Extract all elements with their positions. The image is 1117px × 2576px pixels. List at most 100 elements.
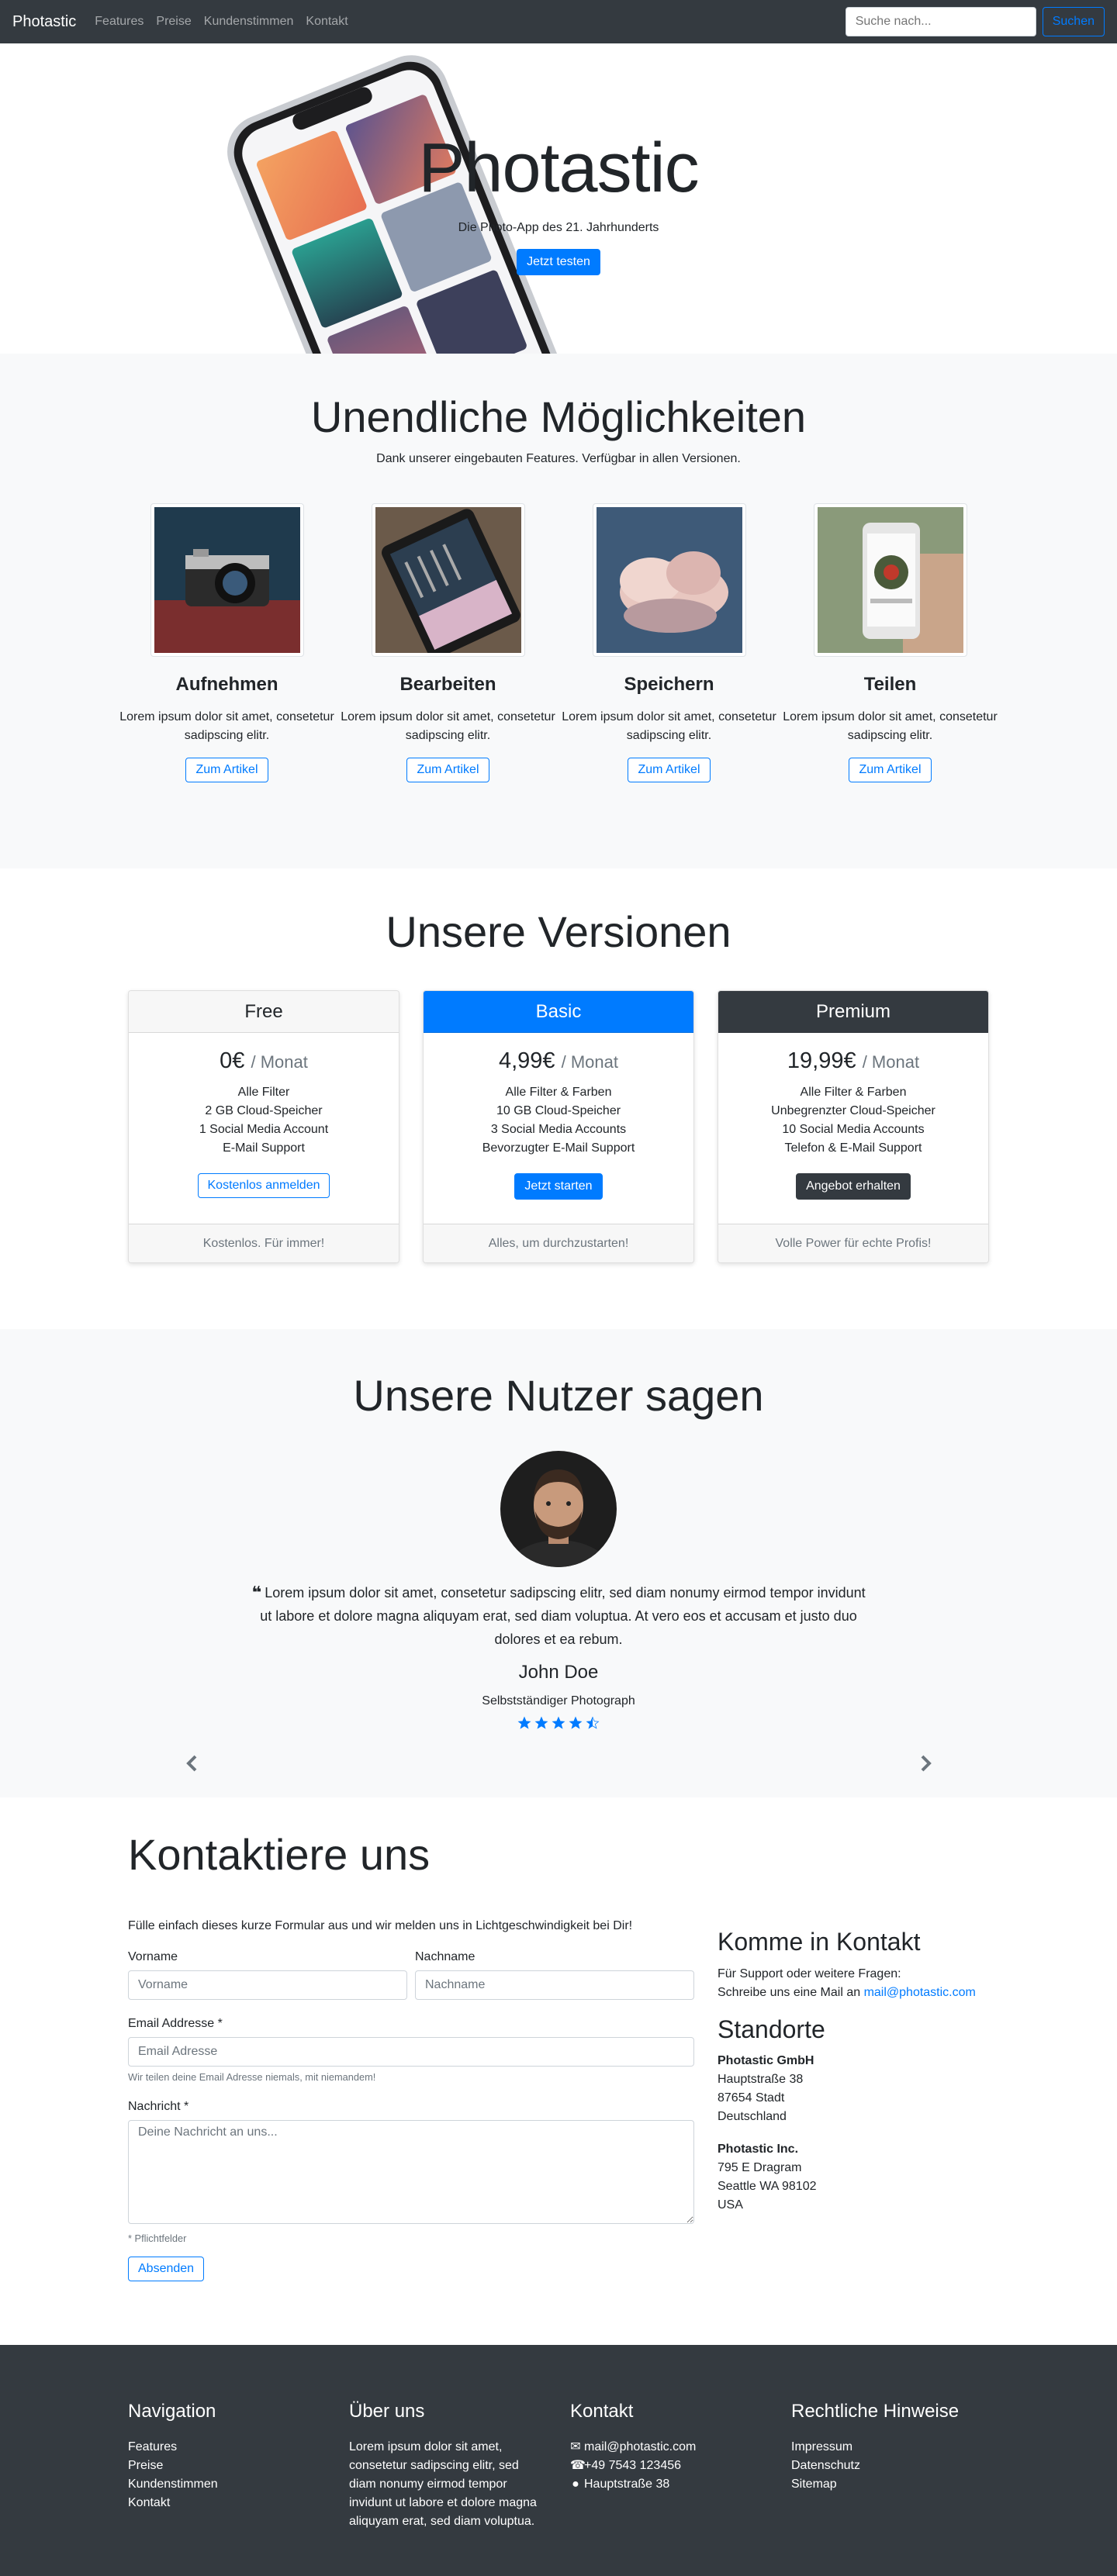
- plan-feature: 2 GB Cloud-Speicher: [205, 1104, 323, 1118]
- rating-stars: [0, 1716, 1117, 1730]
- lastname-input[interactable]: [415, 1970, 694, 2001]
- feature-article-button[interactable]: Zum Artikel: [628, 758, 711, 783]
- footer-phone-text: +49 7543 123456: [584, 2459, 682, 2472]
- price-period: / Monat: [862, 1052, 920, 1072]
- address-line: USA: [718, 2198, 743, 2212]
- footer-nav-title: Navigation: [128, 2401, 216, 2422]
- features-title: Unendliche Möglichkeiten: [310, 392, 807, 441]
- nav-link-kontakt[interactable]: Kontakt: [306, 15, 348, 29]
- locations-title: Standorte: [718, 2015, 825, 2043]
- feature-text: Lorem ipsum dolor sit amet, consetetur s…: [341, 710, 555, 743]
- quote-text: Lorem ipsum dolor sit amet, consetetur s…: [260, 1585, 866, 1648]
- footer-about-text: Lorem ipsum dolor sit amet, consetetur s…: [349, 2440, 537, 2528]
- footer-link-features[interactable]: Features: [128, 2438, 326, 2457]
- footer-email[interactable]: ✉ mail@photastic.com: [570, 2438, 768, 2457]
- message-textarea[interactable]: [128, 2120, 694, 2225]
- search-button[interactable]: Suchen: [1042, 7, 1105, 36]
- nav-link-features[interactable]: Features: [95, 15, 144, 29]
- lastname-label: Nachname: [415, 1950, 476, 1964]
- phone-icon: ☎: [570, 2459, 586, 2472]
- plan-feature: Alle Filter & Farben: [800, 1086, 907, 1100]
- contact-title: Kontaktiere uns: [128, 1830, 431, 1879]
- price-value: 0€: [220, 1048, 245, 1074]
- carousel-next-icon[interactable]: [914, 1748, 937, 1779]
- brand-logo[interactable]: Photastic: [12, 13, 76, 31]
- plan-features: Alle Filter & Farben Unbegrenzter Cloud-…: [718, 1083, 988, 1158]
- plan-name: Premium: [718, 991, 988, 1034]
- envelope-icon: ✉: [570, 2440, 581, 2453]
- footer-legal-title: Rechtliche Hinweise: [791, 2401, 960, 2422]
- footer-navigation: Navigation Features Preise Kundenstimmen…: [116, 2401, 337, 2531]
- pricing-title: Unsere Versionen: [386, 907, 731, 956]
- plan-feature: Unbegrenzter Cloud-Speicher: [771, 1104, 935, 1118]
- feature-article-button[interactable]: Zum Artikel: [406, 758, 489, 783]
- hero-content: Photastic Die Photo-App des 21. Jahrhund…: [0, 130, 1117, 275]
- footer-link-sitemap[interactable]: Sitemap: [791, 2475, 989, 2494]
- price-value: 4,99€: [498, 1048, 555, 1074]
- plan-feature: E-Mail Support: [223, 1141, 305, 1155]
- message-label: Nachricht *: [128, 2100, 189, 2114]
- pricing-card-free: Free 0€ / Monat Alle Filter 2 GB Cloud-S…: [128, 990, 399, 1264]
- plan-features: Alle Filter 2 GB Cloud-Speicher 1 Social…: [129, 1083, 399, 1158]
- feature-item: Aufnehmen Lorem ipsum dolor sit amet, co…: [116, 503, 337, 783]
- footer-link-kontakt[interactable]: Kontakt: [128, 2494, 326, 2512]
- plan-feature: 10 GB Cloud-Speicher: [496, 1104, 621, 1118]
- feature-item: Bearbeiten Lorem ipsum dolor sit amet, c…: [337, 503, 558, 783]
- camera-image: [150, 503, 304, 658]
- plan-name: Basic: [424, 991, 693, 1034]
- footer-contact-title: Kontakt: [570, 2401, 634, 2422]
- contact-info-text: Für Support oder weitere Fragen: Schreib…: [718, 1965, 989, 2002]
- email-help-text: Wir teilen deine Email Adresse niemals, …: [128, 2071, 376, 2084]
- location-company: Photastic Inc.: [718, 2142, 799, 2156]
- price-value: 19,99€: [787, 1048, 856, 1074]
- pricing-card-premium: Premium 19,99€ / Monat Alle Filter & Far…: [718, 990, 989, 1264]
- plan-feature: 3 Social Media Accounts: [490, 1123, 627, 1137]
- footer-link-preise[interactable]: Preise: [128, 2457, 326, 2475]
- testimonials-title: Unsere Nutzer sagen: [353, 1371, 764, 1420]
- footer-email-text: mail@photastic.com: [584, 2440, 697, 2453]
- features-lead: Dank unserer eingebauten Features. Verfü…: [376, 452, 741, 466]
- footer-address: ● Hauptstraße 38: [570, 2475, 768, 2494]
- address-line: Hauptstraße 38: [718, 2072, 804, 2086]
- address-line: 795 E Dragram: [718, 2160, 802, 2174]
- nav-links: Features Preise Kundenstimmen Kontakt: [95, 15, 845, 29]
- start-basic-button[interactable]: Jetzt starten: [514, 1173, 603, 1200]
- hero-cta-button[interactable]: Jetzt testen: [517, 249, 600, 275]
- feature-text: Lorem ipsum dolor sit amet, consetetur s…: [562, 710, 776, 743]
- feature-item: Teilen Lorem ipsum dolor sit amet, conse…: [780, 503, 1001, 783]
- firstname-input[interactable]: [128, 1970, 407, 2001]
- search-input[interactable]: [845, 7, 1036, 36]
- footer-address-text: Hauptstraße 38: [584, 2478, 670, 2491]
- footer-about-title: Über uns: [349, 2401, 425, 2422]
- info-text-line: Schreibe uns eine Mail an: [718, 1985, 861, 1999]
- feature-article-button[interactable]: Zum Artikel: [185, 758, 268, 783]
- plan-feature: 1 Social Media Account: [199, 1123, 329, 1137]
- nav-link-preise[interactable]: Preise: [156, 15, 191, 29]
- plan-body: 4,99€ / Monat Alle Filter & Farben 10 GB…: [424, 1033, 693, 1224]
- plan-features: Alle Filter & Farben 10 GB Cloud-Speiche…: [424, 1083, 693, 1158]
- pricing-section: Unsere Versionen Free 0€ / Monat Alle Fi…: [0, 868, 1117, 1329]
- contact-section: Kontaktiere uns Fülle einfach dieses kur…: [0, 1797, 1117, 2345]
- testimonials-section: Unsere Nutzer sagen ❝ Lorem ipsum dolor s…: [0, 1329, 1117, 1797]
- navbar: Photastic Features Preise Kundenstimmen …: [0, 0, 1117, 43]
- plan-body: 19,99€ / Monat Alle Filter & Farben Unbe…: [718, 1033, 988, 1224]
- footer-link-impressum[interactable]: Impressum: [791, 2438, 989, 2457]
- contact-email-link[interactable]: mail@photastic.com: [864, 1986, 976, 1999]
- feature-article-button[interactable]: Zum Artikel: [849, 758, 932, 783]
- carousel-prev-icon[interactable]: [181, 1748, 204, 1779]
- location-address: Photastic Inc. 795 E Dragram Seattle WA …: [718, 2140, 989, 2215]
- email-input[interactable]: [128, 2037, 694, 2067]
- footer-legal: Rechtliche Hinweise Impressum Datenschut…: [780, 2401, 1001, 2531]
- footer-link-datenschutz[interactable]: Datenschutz: [791, 2457, 989, 2475]
- clouds-image: [592, 503, 746, 658]
- contact-info-title: Komme in Kontakt: [718, 1928, 921, 1956]
- hero-section: Photastic Die Photo-App des 21. Jahrhund…: [0, 43, 1117, 354]
- get-premium-button[interactable]: Angebot erhalten: [796, 1173, 911, 1200]
- submit-button[interactable]: Absenden: [128, 2257, 205, 2282]
- nav-link-kundenstimmen[interactable]: Kundenstimmen: [204, 15, 294, 29]
- footer-link-kundenstimmen[interactable]: Kundenstimmen: [128, 2475, 326, 2494]
- location-address: Photastic GmbH Hauptstraße 38 87654 Stad…: [718, 2052, 989, 2126]
- contact-info: Komme in Kontakt Für Support oder weiter…: [718, 1919, 989, 2281]
- signup-free-button[interactable]: Kostenlos anmelden: [197, 1173, 330, 1199]
- footer-phone[interactable]: ☎+49 7543 123456: [570, 2457, 768, 2475]
